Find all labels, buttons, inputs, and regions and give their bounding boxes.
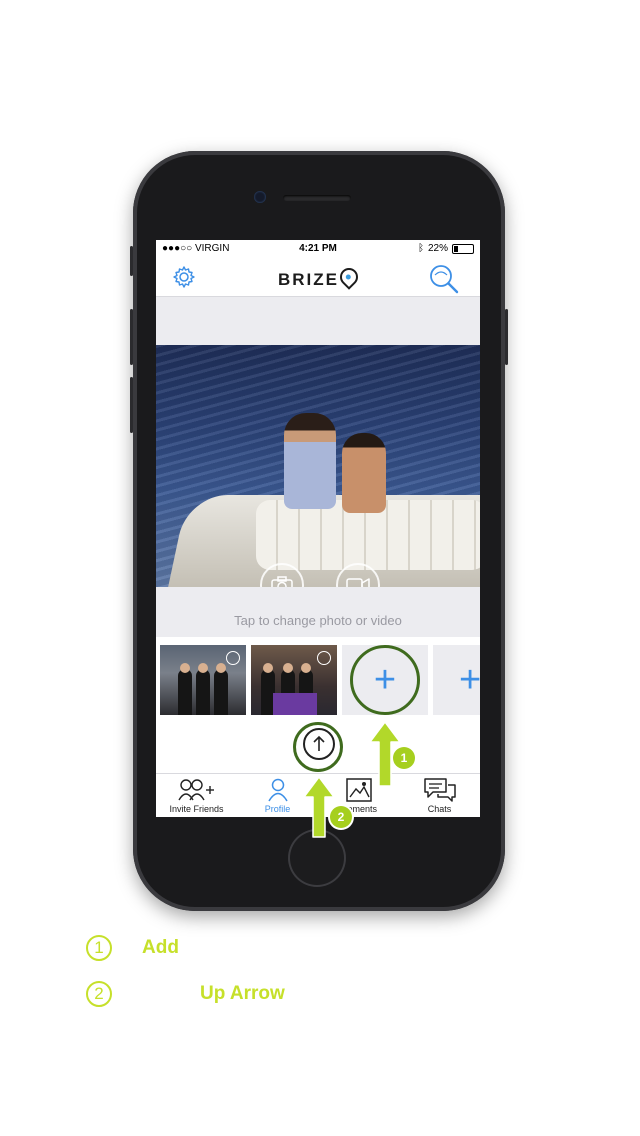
- legend-number: 2: [86, 981, 112, 1007]
- status-right: ᛒ 22%: [418, 243, 474, 254]
- photo-caption-area: Tap to change photo or video: [156, 587, 480, 637]
- tab-label: Invite Friends: [169, 804, 224, 814]
- tab-label: Chats: [427, 804, 452, 814]
- person-face: [263, 663, 273, 673]
- photo-thumbnail[interactable]: [160, 645, 246, 715]
- chats-icon: [399, 774, 480, 802]
- person-figure: [196, 669, 210, 715]
- logo-pin-icon: [336, 264, 362, 290]
- person-face: [198, 663, 208, 673]
- legend-number: 1: [86, 935, 112, 961]
- edit-photo-icon[interactable]: [226, 651, 240, 665]
- tab-chats[interactable]: Chats: [399, 774, 480, 817]
- profile-photo[interactable]: [156, 345, 480, 587]
- person-face: [283, 663, 293, 673]
- annotation-arrow-up-icon: [303, 776, 335, 838]
- edit-photo-icon[interactable]: [317, 651, 331, 665]
- volume-down-button: [130, 377, 133, 433]
- plus-icon: +: [459, 659, 480, 701]
- photo-thumbnail[interactable]: [251, 645, 337, 715]
- volume-up-button: [130, 309, 133, 365]
- tab-invite-friends[interactable]: Invite Friends: [156, 774, 237, 817]
- status-bar: ●●●○○ VIRGIN 4:21 PM ᛒ 22%: [156, 240, 480, 258]
- person-face: [180, 663, 190, 673]
- person-figure: [178, 669, 192, 715]
- photo-table: [273, 693, 317, 715]
- annotation-ring-up-arrow: [293, 722, 343, 772]
- photo-thumbnails: + +: [156, 645, 480, 715]
- nav-bar: BRIZE: [156, 258, 480, 297]
- invite-friends-icon: [156, 774, 237, 802]
- person-face: [216, 663, 226, 673]
- annotation-badge-2: 2: [330, 806, 352, 828]
- search-icon[interactable]: [428, 263, 460, 295]
- mute-switch: [130, 246, 133, 276]
- battery-percent: 22%: [427, 243, 448, 254]
- annotation-ring-add: [350, 645, 420, 715]
- person-face: [301, 663, 311, 673]
- power-button: [505, 309, 508, 365]
- add-photo-button[interactable]: +: [433, 645, 480, 715]
- earpiece-speaker: [283, 195, 351, 201]
- annotation-badge-1: 1: [393, 747, 415, 769]
- header-spacer: [156, 297, 480, 345]
- front-camera: [254, 191, 266, 203]
- legend-item-add: 1 Add: [86, 935, 179, 961]
- photo-caption[interactable]: Tap to change photo or video: [156, 613, 480, 628]
- legend-label: Add: [142, 937, 179, 958]
- person-figure: [214, 669, 228, 715]
- person-figure: [342, 433, 386, 513]
- legend-label: Up Arrow: [200, 983, 285, 1004]
- person-figure: [284, 413, 336, 509]
- legend-item-up-arrow: 2 Up Arrow: [86, 981, 285, 1007]
- battery-icon: [452, 243, 474, 254]
- bluetooth-icon: ᛒ: [417, 243, 424, 254]
